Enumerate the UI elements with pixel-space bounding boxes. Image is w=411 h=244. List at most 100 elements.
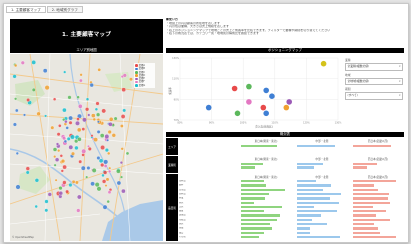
customer-marker[interactable] bbox=[78, 104, 83, 109]
scatter-point[interactable] bbox=[246, 83, 252, 90]
region-filter-select[interactable]: 全地域(複数の値) bbox=[345, 77, 403, 85]
customer-marker[interactable] bbox=[104, 184, 108, 187]
customer-marker[interactable] bbox=[96, 112, 101, 117]
customer-marker[interactable] bbox=[60, 159, 66, 164]
customer-marker[interactable] bbox=[26, 98, 30, 102]
customer-marker[interactable] bbox=[60, 169, 64, 173]
customer-marker[interactable] bbox=[75, 120, 80, 126]
customer-marker[interactable] bbox=[12, 74, 17, 79]
customer-marker[interactable] bbox=[91, 113, 96, 118]
customer-marker[interactable] bbox=[14, 63, 18, 68]
customer-marker[interactable] bbox=[62, 180, 67, 185]
customer-marker[interactable] bbox=[34, 178, 40, 183]
customer-marker[interactable] bbox=[104, 148, 109, 153]
customer-marker[interactable] bbox=[54, 157, 60, 162]
scatter-point[interactable] bbox=[260, 104, 267, 111]
customer-marker[interactable] bbox=[101, 179, 107, 184]
customer-marker[interactable] bbox=[56, 132, 61, 137]
tab-customer-map[interactable]: 1. 主要顧客マップ bbox=[6, 6, 46, 13]
customer-marker[interactable] bbox=[81, 153, 85, 157]
customer-marker[interactable] bbox=[77, 137, 82, 142]
customer-marker[interactable] bbox=[102, 204, 108, 210]
customer-marker[interactable] bbox=[87, 113, 91, 117]
customer-marker[interactable] bbox=[62, 136, 67, 141]
customer-marker[interactable] bbox=[106, 200, 110, 204]
customer-marker[interactable] bbox=[113, 116, 118, 121]
customer-marker[interactable] bbox=[25, 170, 30, 175]
customer-marker[interactable] bbox=[68, 115, 73, 121]
customer-marker[interactable] bbox=[74, 145, 79, 150]
period-filter-select[interactable]: (すべて) bbox=[345, 92, 403, 100]
industry-filter-select[interactable]: 全業種(複数の値) bbox=[345, 63, 403, 71]
customer-marker[interactable] bbox=[80, 165, 86, 171]
customer-marker[interactable] bbox=[42, 68, 48, 73]
customer-marker[interactable] bbox=[101, 173, 105, 178]
customer-marker[interactable] bbox=[14, 97, 18, 101]
customer-marker[interactable] bbox=[79, 73, 83, 77]
customer-marker[interactable] bbox=[90, 134, 94, 138]
customer-marker[interactable] bbox=[70, 134, 75, 140]
customer-marker[interactable] bbox=[71, 151, 75, 156]
customer-marker[interactable] bbox=[91, 168, 97, 173]
customer-marker[interactable] bbox=[81, 127, 86, 131]
scatter-point[interactable] bbox=[231, 85, 238, 92]
customer-marker[interactable] bbox=[52, 97, 57, 101]
customer-marker[interactable] bbox=[119, 161, 123, 165]
customer-marker[interactable] bbox=[62, 164, 67, 170]
customer-marker[interactable] bbox=[122, 108, 127, 113]
customer-marker[interactable] bbox=[75, 180, 79, 185]
customer-marker[interactable] bbox=[36, 111, 41, 116]
customer-marker[interactable] bbox=[55, 142, 60, 146]
customer-marker[interactable] bbox=[31, 87, 36, 92]
customer-marker[interactable] bbox=[101, 108, 107, 114]
customer-marker[interactable] bbox=[65, 189, 69, 194]
customer-marker[interactable] bbox=[82, 117, 87, 123]
customer-marker[interactable] bbox=[96, 156, 101, 160]
customer-marker[interactable] bbox=[79, 78, 83, 83]
customer-marker[interactable] bbox=[52, 147, 58, 152]
customer-marker[interactable] bbox=[85, 107, 90, 112]
customer-marker[interactable] bbox=[87, 146, 92, 151]
customer-marker[interactable] bbox=[108, 117, 114, 122]
scatter-point[interactable] bbox=[205, 104, 212, 111]
customer-marker[interactable] bbox=[77, 127, 82, 133]
customer-marker[interactable] bbox=[121, 188, 126, 194]
customer-marker[interactable] bbox=[108, 122, 113, 127]
customer-marker[interactable] bbox=[81, 148, 87, 154]
customer-marker[interactable] bbox=[44, 199, 49, 204]
customer-marker[interactable] bbox=[116, 168, 121, 174]
customer-marker[interactable] bbox=[120, 124, 124, 128]
customer-marker[interactable] bbox=[65, 126, 69, 130]
customer-marker[interactable] bbox=[107, 151, 111, 156]
customer-marker[interactable] bbox=[95, 101, 100, 106]
scatter-point[interactable] bbox=[320, 60, 327, 67]
customer-marker[interactable] bbox=[67, 95, 72, 100]
customer-marker[interactable] bbox=[106, 138, 109, 142]
customer-marker[interactable] bbox=[78, 159, 83, 164]
customer-marker[interactable] bbox=[58, 186, 63, 191]
customer-marker[interactable] bbox=[58, 191, 63, 196]
customer-marker[interactable] bbox=[68, 120, 73, 125]
customer-marker[interactable] bbox=[31, 60, 36, 65]
customer-marker[interactable] bbox=[53, 155, 57, 159]
customer-marker[interactable] bbox=[20, 60, 25, 65]
customer-marker[interactable] bbox=[94, 107, 99, 111]
customer-marker[interactable] bbox=[111, 133, 116, 138]
customer-marker[interactable] bbox=[15, 184, 21, 190]
customer-marker[interactable] bbox=[92, 117, 96, 122]
customer-marker[interactable] bbox=[23, 113, 26, 117]
customer-marker[interactable] bbox=[120, 175, 123, 179]
customer-marker[interactable] bbox=[12, 122, 17, 127]
customer-marker[interactable] bbox=[99, 133, 105, 138]
customer-marker[interactable] bbox=[59, 154, 63, 158]
customer-marker[interactable] bbox=[120, 114, 126, 119]
customer-marker[interactable] bbox=[63, 139, 68, 144]
customer-marker[interactable] bbox=[94, 182, 100, 188]
customer-marker[interactable] bbox=[86, 166, 91, 170]
scatter-point[interactable] bbox=[263, 87, 269, 94]
customer-marker[interactable] bbox=[100, 163, 105, 168]
customer-marker[interactable] bbox=[103, 164, 108, 168]
customer-marker[interactable] bbox=[15, 151, 19, 155]
customer-marker[interactable] bbox=[97, 68, 101, 72]
customer-marker[interactable] bbox=[96, 186, 102, 192]
